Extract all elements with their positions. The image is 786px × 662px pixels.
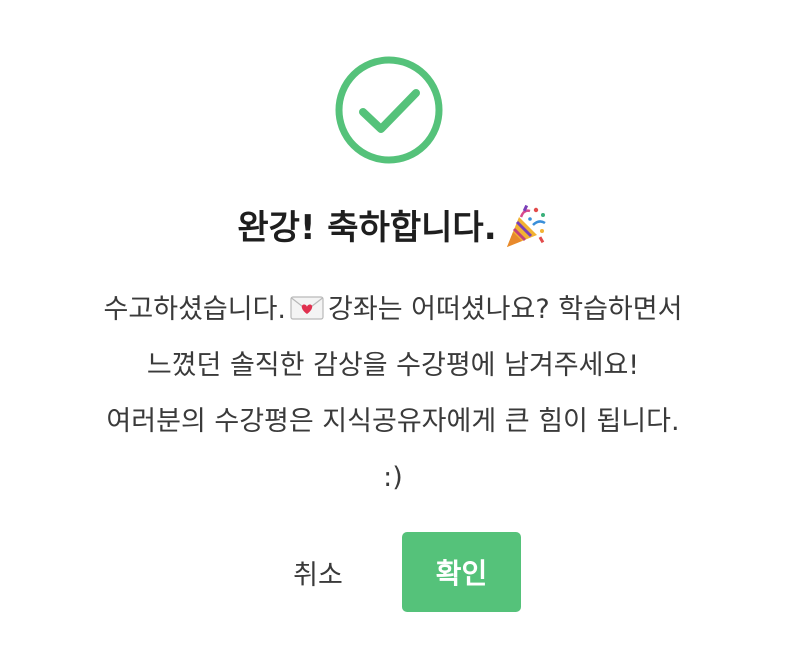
confirm-button[interactable]: 확인 (402, 532, 521, 612)
love-letter-icon (290, 295, 324, 320)
dialog-buttons: 취소 확인 (0, 532, 786, 612)
completion-dialog: 완강! 축하합니다. 수고하셨습니다. 강좌는 어떠셨나요? 학습하면서 느꼈던… (0, 0, 786, 662)
dialog-title: 완강! 축하합니다. (0, 204, 786, 253)
check-circle-icon (335, 56, 443, 164)
cancel-button[interactable]: 취소 (274, 532, 362, 612)
message-part1: 수고하셨습니다. (103, 294, 287, 325)
dialog-title-text: 완강! 축하합니다. (237, 208, 497, 248)
dialog-message: 수고하셨습니다. 강좌는 어떠셨나요? 학습하면서 느꼈던 솔직한 감상을 수강… (103, 282, 683, 506)
party-popper-icon (506, 204, 546, 247)
